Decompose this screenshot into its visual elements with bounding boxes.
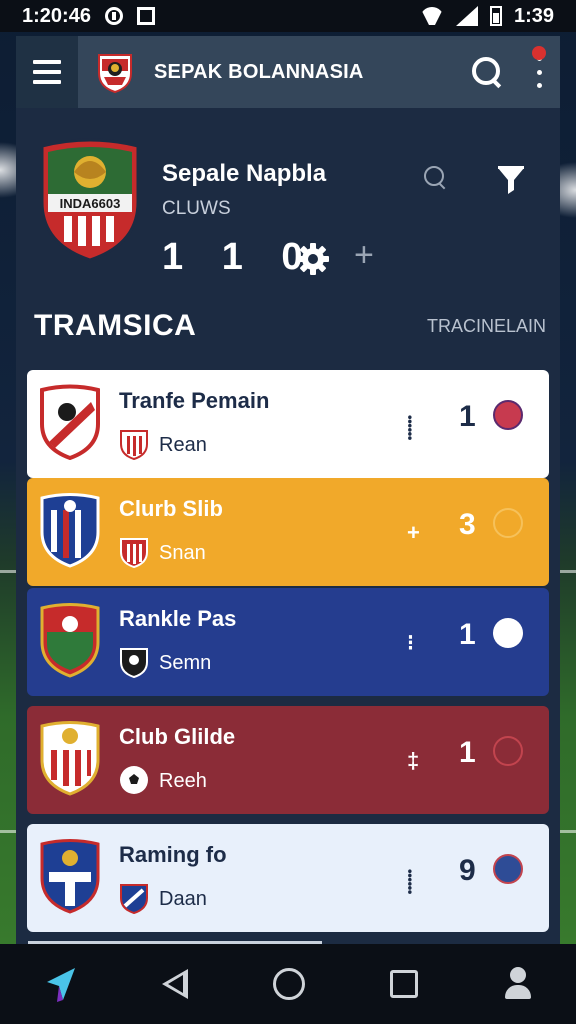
notification-dot xyxy=(532,46,546,60)
send-icon[interactable] xyxy=(43,964,77,1004)
club-search-icon[interactable] xyxy=(424,166,448,190)
item-title: Tranfe Pemain xyxy=(119,388,270,413)
club-crest-icon xyxy=(40,721,100,796)
flag-badge-icon xyxy=(493,618,523,648)
search-icon[interactable] xyxy=(470,55,504,89)
team-badge-icon xyxy=(120,884,148,914)
menu-button[interactable] xyxy=(16,36,78,108)
team-badge-icon xyxy=(120,648,148,678)
club-subtitle: CLUWS xyxy=(162,198,231,219)
settings-gear-icon[interactable] xyxy=(296,242,330,276)
club-crest-icon xyxy=(40,493,100,568)
list-item[interactable]: Rankle Pas Semn ⁝ 1 xyxy=(27,588,549,696)
item-count: 1 xyxy=(459,618,476,651)
list-item[interactable]: Tranfe Pemain Rean ⸽ 1 xyxy=(27,370,549,478)
status-time-right: 1:39 xyxy=(513,4,554,27)
app-bar: SEPAK BOLANNASIA xyxy=(16,36,560,108)
filter-icon[interactable] xyxy=(494,162,528,196)
clock-icon xyxy=(493,508,523,538)
club-name: Sepale Napbla xyxy=(162,160,327,187)
app-title: SEPAK BOLANNASIA xyxy=(154,60,364,83)
item-title: Rankle Pas xyxy=(119,606,237,631)
back-icon[interactable] xyxy=(161,969,188,999)
club-crest: INDA6603 xyxy=(40,138,140,262)
status-badge xyxy=(493,400,523,430)
list-item[interactable]: Raming fo Daan ⸽ 9 xyxy=(27,824,549,932)
status-badge xyxy=(493,854,523,884)
main-panel: INDA6603 Sepale Napbla CLUWS 1 1 0 + TRA… xyxy=(16,108,560,944)
item-separator: ⸽ xyxy=(407,869,413,894)
soccer-ball-icon xyxy=(120,766,148,794)
item-title: Clurb Slib xyxy=(119,496,223,521)
menu-icon-line xyxy=(33,80,61,84)
item-separator: ⸽ xyxy=(407,415,413,440)
item-count: 1 xyxy=(459,736,476,769)
signal-icon xyxy=(455,6,478,26)
home-icon[interactable] xyxy=(272,968,305,1000)
club-crest-text: INDA6603 xyxy=(60,196,121,211)
item-count: 1 xyxy=(459,400,476,433)
add-icon[interactable]: + xyxy=(354,236,374,275)
team-badge-icon xyxy=(120,538,148,568)
club-header: INDA6603 Sepale Napbla CLUWS 1 1 0 + xyxy=(38,132,538,282)
item-separator: + xyxy=(407,520,420,545)
club-crest-icon xyxy=(40,603,100,678)
app-logo-icon xyxy=(98,54,132,93)
item-subtitle: Reeh xyxy=(159,770,207,792)
item-title: Club Glilde xyxy=(119,724,236,749)
section-header: TRAMSICA TRACINELAIN xyxy=(34,306,546,346)
item-subtitle: Snan xyxy=(159,542,206,564)
battery-icon xyxy=(489,6,502,26)
list-item[interactable]: Club Glilde Reeh ‡ 1 xyxy=(27,706,549,814)
section-title: TRAMSICA xyxy=(34,309,197,342)
sync-icon xyxy=(104,7,123,25)
item-subtitle: Rean xyxy=(159,434,207,456)
navigation-bar xyxy=(0,944,576,1024)
status-time-left: 1:20:46 xyxy=(22,4,91,27)
item-separator: ‡ xyxy=(407,748,420,773)
section-link[interactable]: TRACINELAIN xyxy=(427,316,546,337)
ball-badge-icon xyxy=(493,736,523,766)
list-item[interactable]: Clurb Slib Snan + 3 xyxy=(27,478,549,586)
item-separator: ⁝ xyxy=(407,630,414,655)
profile-icon[interactable] xyxy=(503,967,533,1001)
status-bar: 1:20:46 1:39 xyxy=(0,0,576,32)
item-subtitle: Daan xyxy=(159,888,207,910)
recents-icon[interactable] xyxy=(390,970,419,998)
more-options-button[interactable] xyxy=(532,46,546,90)
wifi-icon xyxy=(420,7,444,25)
screenshot-icon xyxy=(136,7,155,25)
team-badge-icon xyxy=(120,430,148,460)
club-crest-icon xyxy=(40,839,100,914)
item-count: 3 xyxy=(459,508,476,541)
menu-icon-line xyxy=(33,70,61,74)
menu-icon-line xyxy=(33,60,61,64)
item-title: Raming fo xyxy=(119,842,227,867)
club-crest-icon xyxy=(40,384,100,460)
item-subtitle: Semn xyxy=(159,652,212,674)
club-score: 1 1 0 xyxy=(162,236,317,278)
item-count: 9 xyxy=(459,854,476,887)
